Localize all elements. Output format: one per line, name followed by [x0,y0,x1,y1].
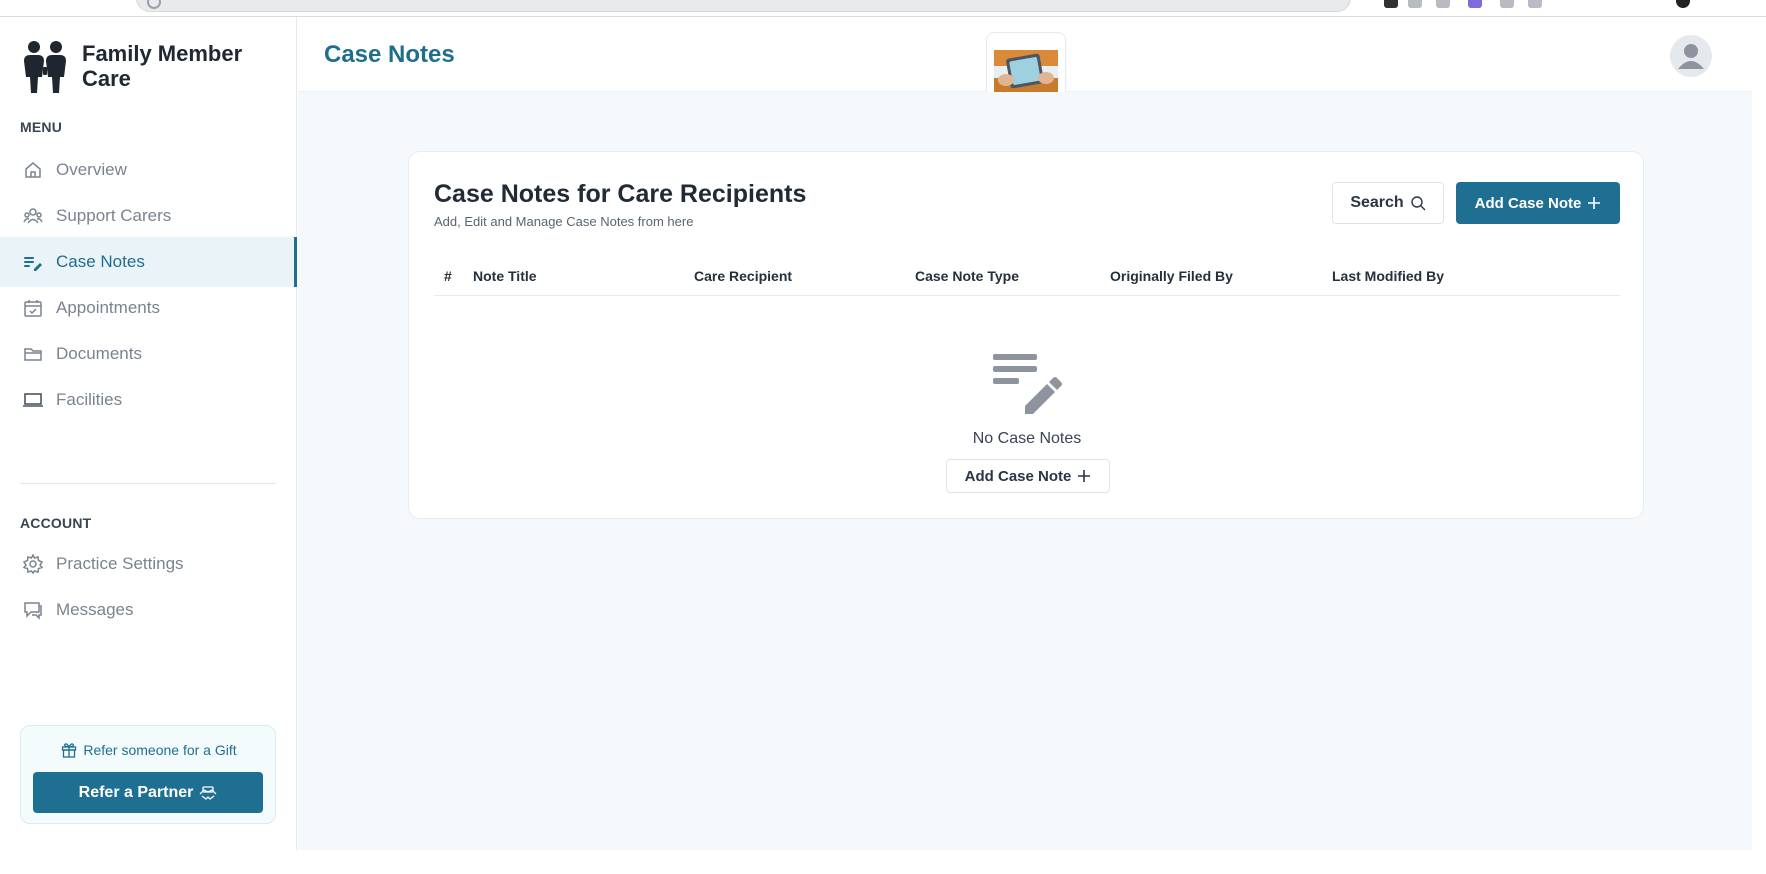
column-header-case-note-type[interactable]: Case Note Type [915,268,1019,284]
family-people-icon [24,41,66,93]
sidebar-item-label: Appointments [56,298,160,317]
refer-partner-button[interactable]: Refer a Partner [33,772,263,813]
card-title: Case Notes for Care Recipients [434,180,807,208]
brand[interactable]: Family Member Care [22,41,252,93]
empty-add-case-note-label: Add Case Note [964,467,1072,485]
account-section-label: ACCOUNT [20,515,92,531]
extension-icon[interactable] [1468,0,1482,8]
sidebar-item-case-notes[interactable]: Case Notes [0,237,297,287]
add-case-note-button[interactable]: Add Case Note [1456,182,1620,224]
notes-edit-icon [993,354,1062,414]
search-button[interactable]: Search [1332,182,1444,224]
search-button-label: Search [1350,194,1404,211]
refer-partner-label: Refer a Partner [78,783,194,801]
window-edge [1752,17,1766,850]
sidebar-item-practice-settings[interactable]: Practice Settings [0,539,297,589]
sidebar-item-label: Support Carers [56,206,172,225]
add-case-note-label: Add Case Note [1474,194,1582,212]
laptop-icon [22,389,44,411]
sidebar-item-label: Case Notes [56,252,145,271]
refer-gift-row[interactable]: Refer someone for a Gift [21,742,277,758]
sidebar-item-appointments[interactable]: Appointments [0,283,297,333]
sidebar-item-label: Messages [56,600,134,619]
gift-icon [62,743,77,758]
empty-state-text: No Case Notes [972,430,1082,447]
sidebar-item-label: Practice Settings [56,554,184,573]
sidebar-item-facilities[interactable]: Facilities [0,375,297,425]
column-header-note-title[interactable]: Note Title [473,268,537,284]
search-icon [1410,196,1426,211]
brand-name: Family Member Care [82,41,243,91]
refer-gift-text: Refer someone for a Gift [83,742,237,758]
sidebar: Family Member Care MENU Overview Support… [0,17,297,850]
calendar-check-icon [22,297,44,319]
sidebar-item-overview[interactable]: Overview [0,145,297,195]
site-info-icon[interactable] [147,0,161,9]
sidebar-item-label: Documents [56,344,142,363]
user-icon [1678,44,1704,69]
users-icon [22,205,44,227]
extension-icon[interactable] [1408,0,1422,8]
extension-icon[interactable] [1436,0,1450,8]
card-subtitle: Add, Edit and Manage Case Notes from her… [434,214,694,229]
user-avatar[interactable] [1670,35,1712,77]
browser-toolbar [0,0,1766,17]
column-header-care-recipient[interactable]: Care Recipient [694,268,792,284]
plus-icon [1078,470,1091,482]
table-header: # Note Title Care Recipient Case Note Ty… [434,260,1620,296]
column-header-originally-filed-by[interactable]: Originally Filed By [1110,268,1233,284]
plus-icon [1588,197,1601,209]
browser-address-bar[interactable] [136,0,1351,12]
sidebar-item-support-carers[interactable]: Support Carers [0,191,297,241]
window-bottom [0,850,1766,874]
sidebar-divider [20,483,276,484]
tablet-hands-image [994,50,1058,94]
top-bar: Case Notes [298,17,1752,112]
column-header-last-modified-by[interactable]: Last Modified By [1332,268,1444,284]
sidebar-item-documents[interactable]: Documents [0,329,297,379]
sidebar-item-messages[interactable]: Messages [0,585,297,635]
gear-icon [22,553,44,575]
extension-icon[interactable] [1528,0,1542,8]
page-title: Case Notes [324,41,455,68]
column-header-index: # [444,268,452,284]
chat-icon [22,599,44,621]
sidebar-item-label: Facilities [56,390,123,409]
folder-icon [22,343,44,365]
empty-add-case-note-button[interactable]: Add Case Note [946,459,1110,493]
profile-icon[interactable] [1676,0,1690,8]
home-icon [22,159,44,181]
sidebar-item-label: Overview [56,160,127,179]
refer-panel: Refer someone for a Gift Refer a Partner [20,725,276,824]
case-notes-card: Case Notes for Care Recipients Add, Edit… [408,151,1644,519]
menu-section-label: MENU [20,119,63,135]
notes-edit-icon [22,251,44,273]
extension-icon[interactable] [1500,0,1514,8]
extension-icon[interactable] [1384,0,1398,8]
handshake-icon [199,785,217,800]
